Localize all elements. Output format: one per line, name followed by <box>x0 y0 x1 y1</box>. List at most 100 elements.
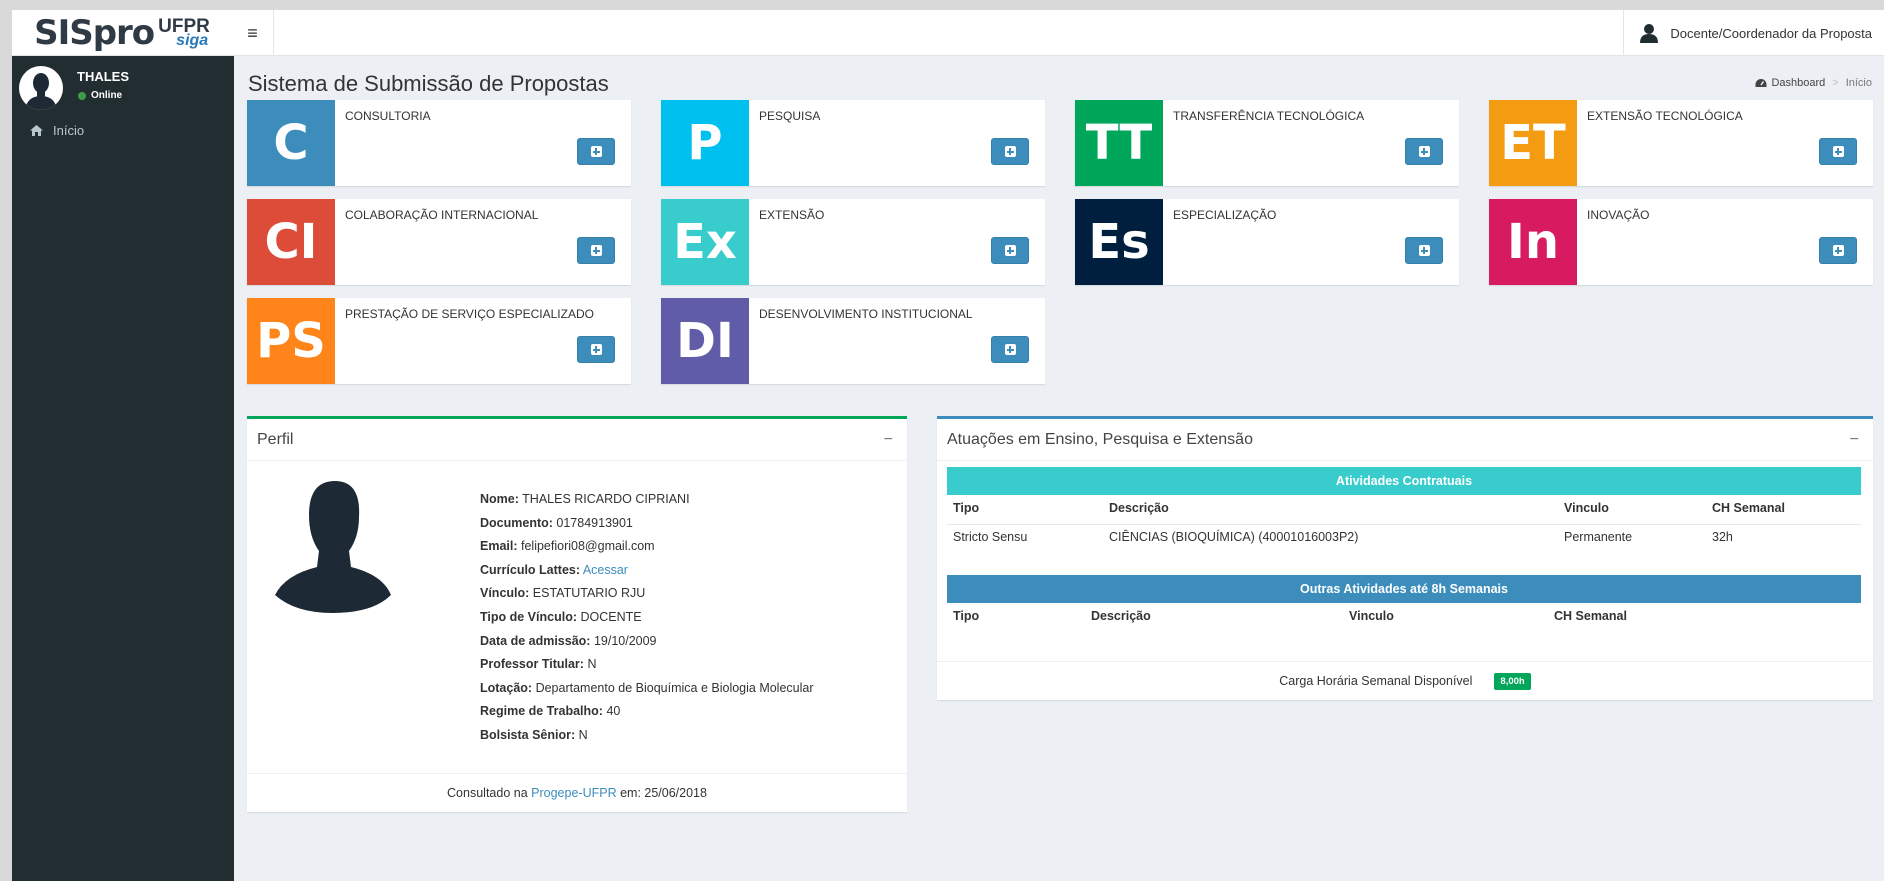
add-consultoria-button[interactable] <box>577 138 615 165</box>
add-inovacao-button[interactable] <box>1819 237 1857 264</box>
add-desenvolvimento-button[interactable] <box>991 336 1029 363</box>
add-colaboracao-button[interactable] <box>577 237 615 264</box>
contratuais-header-row: Tipo Descrição Vinculo CH Semanal <box>947 501 1861 525</box>
tile-label: PESQUISA <box>759 109 821 123</box>
user-menu[interactable]: Docente/Coordenador da Proposta <box>1623 10 1884 56</box>
perfil-title: Perfil <box>257 431 294 448</box>
add-prestacao-button[interactable] <box>577 336 615 363</box>
add-pesquisa-button[interactable] <box>991 138 1029 165</box>
tile-extensao-tecnologica: ET EXTENSÃO TECNOLÓGICA <box>1489 100 1873 186</box>
carga-badge: 8,00h <box>1494 672 1531 690</box>
footer-suffix: em: 25/06/2018 <box>620 786 707 800</box>
atuacoes-box-header: Atuações em Ensino, Pesquisa e Extensão … <box>937 419 1873 461</box>
dashboard-icon <box>1755 79 1767 87</box>
tile-label: INOVAÇÃO <box>1587 208 1650 222</box>
lattes-link[interactable]: Acessar <box>583 563 628 577</box>
app-window: SISpro UFPR siga ≡ Docente/Coordenador d… <box>12 10 1884 881</box>
profile-row-lotacao: Lotação: Departamento de Bioquímica e Bi… <box>480 680 814 695</box>
collapse-atuacoes-button[interactable]: − <box>1850 431 1859 449</box>
tile-label: COLABORAÇÃO INTERNACIONAL <box>345 208 539 222</box>
outras-header-row: Tipo Descrição Vinculo CH Semanal <box>947 609 1861 633</box>
atuacoes-title: Atuações em Ensino, Pesquisa e Extensão <box>947 431 1253 448</box>
profile-value: felipefiori08@gmail.com <box>521 539 655 554</box>
tile-extensao: Ex EXTENSÃO <box>661 199 1045 285</box>
tile-label: DESENVOLVIMENTO INSTITUCIONAL <box>759 307 973 321</box>
profile-row-tipo-vinculo: Tipo de Vínculo: DOCENTE <box>480 609 642 624</box>
main-content: Sistema de Submissão de Propostas Dashbo… <box>234 56 1884 881</box>
profile-value: ESTATUTARIO RJU <box>532 586 646 601</box>
user-role-label: Docente/Coordenador da Proposta <box>1670 25 1872 41</box>
tile-label: EXTENSÃO TECNOLÓGICA <box>1587 109 1743 123</box>
contratuais-band: Atividades Contratuais <box>947 467 1861 495</box>
col-header: CH Semanal <box>1712 501 1785 515</box>
carga-horaria-footer: Carga Horária Semanal Disponível 8,00h <box>937 661 1873 700</box>
profile-row-documento: Documento: 01784913901 <box>480 515 633 530</box>
status-label: Online <box>91 90 123 101</box>
status-dot-icon <box>78 91 86 100</box>
progepe-link[interactable]: Progepe-UFPR <box>531 786 616 800</box>
profile-row-vinculo: Vínculo: ESTATUTARIO RJU <box>480 586 646 601</box>
logo-main-text: SISpro <box>34 13 155 53</box>
plus-square-icon <box>590 245 602 256</box>
perfil-footer: Consultado na Progepe-UFPR em: 25/06/201… <box>247 773 907 812</box>
breadcrumb-dashboard-link[interactable]: Dashboard <box>1771 77 1825 89</box>
footer-prefix: Consultado na <box>447 786 528 800</box>
col-header: Descrição <box>1109 501 1169 515</box>
tile-icon: In <box>1489 199 1577 285</box>
profile-row-bolsista: Bolsista Sênior: N <box>480 727 588 742</box>
page-title: Sistema de Submissão de Propostas <box>248 71 609 96</box>
sidebar-item-inicio[interactable]: Início <box>12 116 234 144</box>
tile-label: TRANSFERÊNCIA TECNOLÓGICA <box>1173 109 1365 123</box>
user-silhouette-icon <box>275 481 391 613</box>
add-extensao-button[interactable] <box>991 237 1029 264</box>
tile-label: CONSULTORIA <box>345 109 431 123</box>
carga-label: Carga Horária Semanal Disponível <box>1279 674 1473 688</box>
profile-value: THALES RICARDO CIPRIANI <box>522 492 690 506</box>
plus-square-icon <box>590 344 602 355</box>
add-transferencia-button[interactable] <box>1405 138 1443 165</box>
sispro-logo[interactable]: SISpro UFPR siga <box>12 10 232 56</box>
add-especializacao-button[interactable] <box>1405 237 1443 264</box>
profile-row-lattes: Currículo Lattes: Acessar <box>480 562 628 577</box>
sidebar: THALES Online Início <box>12 56 234 881</box>
col-header: Tipo <box>953 501 980 515</box>
profile-value: N <box>587 657 597 672</box>
breadcrumb-separator: > <box>1832 77 1839 89</box>
tile-icon: PS <box>247 298 335 384</box>
profile-row-regime: Regime de Trabalho: 40 <box>480 704 621 719</box>
online-status: Online <box>78 90 122 101</box>
col-header: CH Semanal <box>1554 609 1627 623</box>
tile-pesquisa: P PESQUISA <box>661 100 1045 186</box>
profile-row-admissao: Data de admissão: 19/10/2009 <box>480 633 657 648</box>
tile-label: ESPECIALIZAÇÃO <box>1173 208 1277 222</box>
plus-square-icon <box>1004 146 1016 157</box>
plus-square-icon <box>1418 245 1430 256</box>
profile-value: 01784913901 <box>556 515 633 530</box>
tile-label: EXTENSÃO <box>759 208 825 222</box>
tile-icon: DI <box>661 298 749 384</box>
cell-descricao: CIÊNCIAS (BIOQUÍMICA) (40001016003P2) <box>1109 530 1359 544</box>
plus-square-icon <box>1004 245 1016 256</box>
profile-fields: Nome: THALES RICARDO CIPRIANI Documento:… <box>480 488 814 748</box>
plus-square-icon <box>1004 344 1016 355</box>
collapse-perfil-button[interactable]: − <box>884 431 893 449</box>
user-panel: THALES Online <box>12 56 234 112</box>
outras-band: Outras Atividades até 8h Semanais <box>947 575 1861 603</box>
logo-siga-text: siga <box>176 32 209 49</box>
tile-icon: Ex <box>661 199 749 285</box>
breadcrumb: Dashboard > Início <box>1755 77 1872 89</box>
add-extensao-tecnologica-button[interactable] <box>1819 138 1857 165</box>
home-icon <box>30 124 43 136</box>
tile-consultoria: C CONSULTORIA <box>247 100 631 186</box>
tile-icon: P <box>661 100 749 186</box>
sidebar-toggle-button[interactable]: ≡ <box>232 10 274 56</box>
plus-square-icon <box>1832 146 1844 157</box>
plus-square-icon <box>590 146 602 157</box>
profile-value: 40 <box>606 704 621 719</box>
cell-tipo: Stricto Sensu <box>953 530 1028 544</box>
profile-photo <box>273 479 393 613</box>
cell-vinculo: Permanente <box>1564 530 1633 544</box>
breadcrumb-current: Início <box>1845 77 1872 89</box>
profile-row-nome: Nome: THALES RICARDO CIPRIANI <box>480 492 690 506</box>
profile-value: 19/10/2009 <box>593 633 657 648</box>
